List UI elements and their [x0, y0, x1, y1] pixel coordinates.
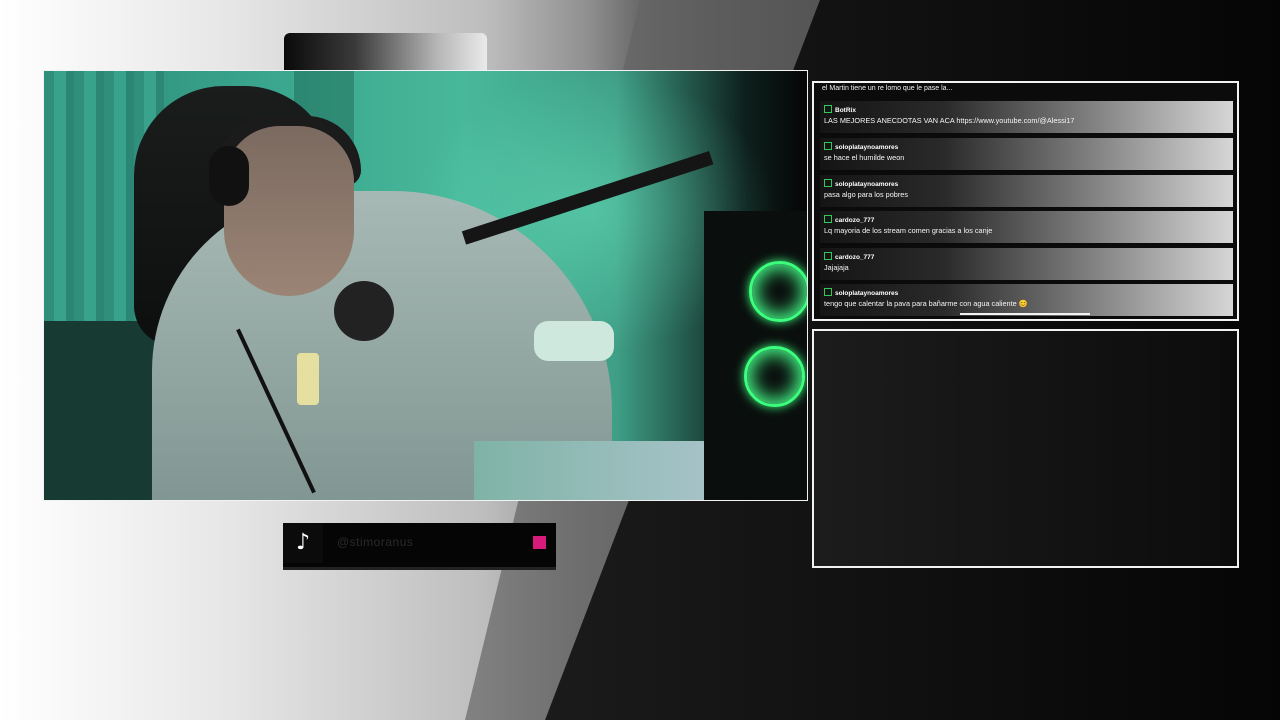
chat-text: pasa algo para los pobres [824, 190, 908, 199]
chat-text: Lq mayoria de los stream comen gracias a… [824, 226, 993, 235]
microphone [334, 281, 394, 341]
social-handle-bar: ♪ @stimoranus [283, 523, 556, 567]
alerts-box [812, 329, 1239, 568]
chat-username: cardozo_777 [824, 215, 874, 224]
social-handle: @stimoranus [337, 535, 414, 549]
tiktok-icon: ♪ [283, 523, 323, 563]
chat-panel: el Martin tiene un re lomo que le pase l… [812, 81, 1239, 321]
rgb-fan [744, 346, 805, 407]
chat-message-cutoff: el Martin tiene un re lomo que le pase l… [822, 85, 953, 92]
chat-username: soloplataynoamores [824, 142, 898, 151]
chat-message: soloplataynoamores se hace el humilde we… [820, 138, 1233, 172]
mic-boom-arm [461, 150, 714, 245]
chat-username: soloplataynoamores [824, 179, 898, 188]
chat-message: cardozo_777 Lq mayoria de los stream com… [820, 211, 1233, 245]
chat-text: se hace el humilde weon [824, 153, 905, 162]
rgb-fan [749, 261, 807, 322]
chat-message: soloplataynoamores pasa algo para los po… [820, 175, 1233, 209]
chat-username: soloplataynoamores [824, 288, 898, 297]
webcam-title-tab [284, 33, 487, 71]
chat-message: BotRix LAS MEJORES ANECDOTAS VAN ACA htt… [820, 101, 1233, 135]
sneakers [534, 321, 614, 361]
chat-text: tengo que calentar la pava para bañarme … [824, 299, 1028, 308]
accent-square [533, 536, 546, 549]
chat-divider [960, 313, 1090, 315]
chat-username: cardozo_777 [824, 252, 874, 261]
chat-text: Jajajaja [824, 263, 849, 272]
chat-username: BotRix [824, 105, 856, 114]
webcam-feed [43, 70, 808, 501]
chat-text: LAS MEJORES ANECDOTAS VAN ACA https://ww… [824, 116, 1075, 125]
chat-message: cardozo_777 Jajajaja [820, 248, 1233, 282]
headset-icon [209, 146, 249, 206]
zipper-tag [297, 353, 319, 405]
